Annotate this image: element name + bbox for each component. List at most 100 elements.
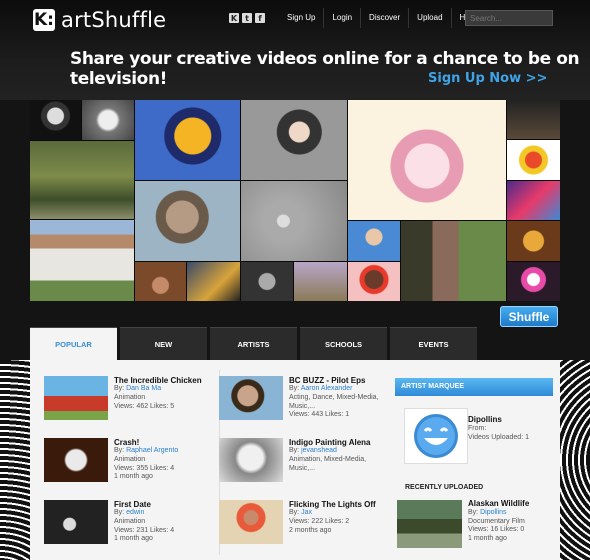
by-label: By: [289, 509, 300, 516]
video-author[interactable]: edwin [126, 509, 144, 516]
video-thumbnail[interactable] [44, 376, 108, 420]
video-date: 2 months ago [289, 526, 332, 534]
video-item[interactable]: The Incredible Chicken By: Dan Ba Ma Ani… [44, 372, 214, 434]
video-info: The Incredible Chicken By: Dan Ba Ma Ani… [114, 376, 214, 411]
video-title[interactable]: The Incredible Chicken [114, 376, 214, 385]
by-label: By: [114, 509, 125, 516]
video-stats: Views: 355 Likes: 4 [114, 464, 175, 472]
video-tile[interactable] [82, 100, 134, 140]
video-tile[interactable] [135, 100, 240, 180]
tab-events[interactable]: EVENTS [390, 327, 477, 360]
video-author[interactable]: Dan Ba Ma [126, 385, 161, 392]
tab-artists[interactable]: ARTISTS [210, 327, 297, 360]
category-tabs: POPULAR NEW ARTISTS SCHOOLS EVENTS [30, 327, 477, 360]
video-tile[interactable] [348, 262, 400, 301]
artshuffle-logo[interactable]: K: artShuffle [33, 8, 166, 32]
recent-video-thumbnail[interactable] [397, 500, 462, 548]
video-thumbnail[interactable] [219, 438, 283, 482]
video-title[interactable]: BC BUZZ - Pilot Eps [289, 376, 389, 385]
video-author[interactable]: Jax [301, 509, 312, 516]
nav-upload[interactable]: Upload [408, 8, 450, 28]
video-author[interactable]: Raphael Argento [126, 447, 178, 454]
artist-from: From: [468, 425, 487, 432]
video-item[interactable]: Indigo Painting Alena By: jevanshead Ani… [219, 434, 389, 496]
video-thumbnail[interactable] [44, 500, 108, 544]
search-input[interactable] [465, 10, 553, 26]
recent-video-info: Alaskan Wildlife By: Dipollins Documenta… [468, 499, 529, 544]
video-title[interactable]: Crash! [114, 438, 214, 447]
recent-video-title[interactable]: Alaskan Wildlife [468, 499, 529, 509]
video-tile[interactable] [294, 262, 347, 301]
tab-new[interactable]: NEW [120, 327, 207, 360]
video-stats: Views: 222 Likes: 2 [289, 517, 350, 525]
video-tile[interactable] [241, 100, 347, 180]
video-stats: Views: 462 Likes: 5 [114, 402, 175, 410]
artist-name[interactable]: Dipollins [468, 415, 529, 424]
recently-uploaded-heading: RECENTLY UPLOADED [405, 484, 484, 491]
nav-login[interactable]: Login [323, 8, 360, 28]
video-info: Flicking The Lights Off By: Jax Views: 2… [289, 500, 389, 535]
video-tile[interactable] [348, 100, 506, 220]
top-nav: Sign Up Login Discover Upload Help [279, 8, 484, 28]
by-label: By: [289, 447, 300, 454]
video-thumbnail[interactable] [219, 376, 283, 420]
smiley-avatar-icon [414, 414, 458, 458]
recent-video-author[interactable]: Dipollins [480, 509, 506, 516]
twitter-icon[interactable]: t [242, 13, 252, 23]
social-links: K t f [229, 13, 265, 23]
recent-video-date: 1 month ago [468, 535, 507, 543]
logo-text: artShuffle [61, 8, 167, 32]
video-date: 1 month ago [114, 473, 153, 481]
video-tile[interactable] [348, 221, 400, 261]
video-tile[interactable] [507, 262, 560, 301]
video-info: Crash! By: Raphael Argento Animation Vie… [114, 438, 214, 482]
video-thumbnail[interactable] [219, 500, 283, 544]
video-category: Acting, Dance, Mixed-Media, Music,... [289, 393, 379, 410]
by-label: By: [468, 508, 479, 516]
video-tile[interactable] [30, 220, 134, 301]
video-thumbnail[interactable] [44, 438, 108, 482]
video-date: 1 month ago [114, 535, 153, 543]
tab-schools[interactable]: SCHOOLS [300, 327, 387, 360]
popular-panel: The Incredible Chicken By: Dan Ba Ma Ani… [30, 360, 560, 560]
video-column-2: BC BUZZ - Pilot Eps By: Aaron Alexander … [219, 372, 389, 558]
video-info: BC BUZZ - Pilot Eps By: Aaron Alexander … [289, 376, 389, 420]
sign-up-now-link[interactable]: Sign Up Now >> [428, 71, 547, 86]
video-author[interactable]: Aaron Alexander [301, 385, 353, 392]
tab-popular[interactable]: POPULAR [30, 327, 117, 360]
shuffle-button[interactable]: Shuffle [500, 306, 558, 327]
video-stats: Views: 443 Likes: 1 [289, 411, 350, 419]
video-tile[interactable] [30, 141, 134, 219]
video-tile[interactable] [507, 140, 560, 180]
video-tile[interactable] [135, 181, 240, 261]
by-label: By: [114, 447, 125, 454]
nav-discover[interactable]: Discover [360, 8, 408, 28]
by-label: By: [289, 385, 300, 392]
video-tile[interactable] [507, 221, 560, 261]
video-tile[interactable] [241, 262, 293, 301]
video-item[interactable]: Crash! By: Raphael Argento Animation Vie… [44, 434, 214, 496]
artshuffle-icon[interactable]: K [229, 13, 239, 23]
facebook-icon[interactable]: f [255, 13, 265, 23]
video-title[interactable]: First Date [114, 500, 214, 509]
video-tile[interactable] [241, 181, 347, 261]
artist-info: Dipollins From: Videos Uploaded: 1 [468, 415, 529, 442]
video-title[interactable]: Flicking The Lights Off [289, 500, 389, 509]
video-tile[interactable] [187, 262, 240, 301]
video-tile[interactable] [507, 181, 560, 220]
video-item[interactable]: BC BUZZ - Pilot Eps By: Aaron Alexander … [219, 372, 389, 434]
video-info: Indigo Painting Alena By: jevanshead Ani… [289, 438, 389, 473]
video-stats: Views: 231 Likes: 4 [114, 526, 175, 534]
artist-avatar[interactable] [404, 408, 468, 464]
video-item[interactable]: First Date By: edwin Animation Views: 23… [44, 496, 214, 558]
video-title[interactable]: Indigo Painting Alena [289, 438, 389, 447]
nav-sign-up[interactable]: Sign Up [279, 8, 323, 28]
logo-mark: K: [33, 9, 55, 31]
video-item[interactable]: Flicking The Lights Off By: Jax Views: 2… [219, 496, 389, 558]
video-tile[interactable] [401, 221, 506, 301]
video-tile[interactable] [135, 262, 186, 301]
video-info: First Date By: edwin Animation Views: 23… [114, 500, 214, 544]
video-tile[interactable] [507, 100, 560, 139]
video-author[interactable]: jevanshead [301, 447, 337, 454]
video-tile[interactable] [30, 100, 81, 140]
